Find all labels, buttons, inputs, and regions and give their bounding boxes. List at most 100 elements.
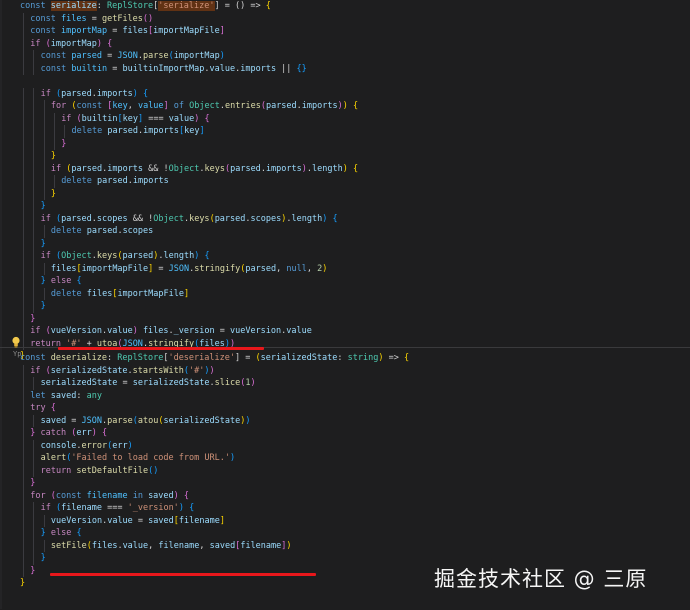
indent-guide [53, 175, 55, 188]
code-token: if [30, 38, 46, 49]
indent-guide [23, 262, 24, 275]
indent-guide [33, 452, 35, 465]
indent-guide [23, 150, 24, 163]
code-token: files [61, 13, 87, 24]
code-line: } catch (err) { [30, 427, 107, 440]
code-token: importMap [50, 38, 97, 49]
code-token: parsed [86, 226, 118, 236]
indent-guide [33, 377, 35, 390]
code-token: ) [286, 540, 292, 551]
code-token: = [107, 26, 123, 36]
code-token: serialize [50, 1, 97, 11]
code-token: , [199, 540, 210, 551]
lightbulb-icon[interactable] [11, 336, 21, 348]
code-token: scopes [96, 213, 128, 224]
code-line: } [41, 552, 46, 565]
code-line: delete files[importMapFile] [51, 288, 189, 301]
code-token: = [214, 326, 230, 336]
indent-guide [43, 225, 45, 238]
watermark: 掘金技术社区 @ 三原 [434, 567, 648, 591]
code-token: if [40, 503, 56, 513]
indent-guide [23, 137, 24, 150]
code-token: error [81, 440, 108, 451]
indent-guide [33, 552, 35, 565]
code-line: if (parsed.imports && !Object.keys(parse… [51, 163, 358, 176]
code-token: Object [168, 163, 200, 174]
code-token: files [122, 26, 149, 36]
indent-guide [33, 212, 35, 225]
indent-guide [23, 402, 24, 415]
code-token: ) [245, 415, 251, 426]
indent-guide [33, 300, 35, 313]
indent-guide [64, 125, 66, 138]
code-token: ) [250, 378, 256, 388]
code-token: if [40, 88, 56, 99]
code-line: for (const filename in saved) { [30, 490, 189, 503]
code-token: JSON [168, 263, 190, 274]
code-token: key [112, 101, 128, 111]
code-line: if (filename === '_version') { [41, 502, 195, 515]
code-token: importMapFile [117, 288, 184, 299]
code-token: serializedState [40, 378, 118, 388]
indent-guide [23, 477, 24, 490]
code-token: importMapFile [153, 26, 220, 36]
indent-guide [23, 125, 24, 138]
code-token: files [86, 288, 113, 299]
code-token: === [143, 113, 169, 124]
code-token: if [40, 213, 56, 224]
code-token: filename [178, 515, 220, 526]
code-token: scopes [122, 226, 154, 236]
indent-guide [23, 162, 24, 175]
code-token: '_version' [127, 503, 179, 513]
code-line: console.error(err) [41, 440, 133, 453]
indent-guide [33, 125, 35, 138]
code-token: = [86, 13, 102, 24]
code-editor[interactable]: const serialize: ReplStore['serialize'] … [0, 0, 690, 609]
code-token: ] [183, 288, 190, 299]
indent-guide [43, 539, 45, 552]
return-line-underline [58, 347, 264, 350]
indent-guide [43, 125, 45, 138]
code-token: filename [61, 503, 103, 513]
code-token: importMap [173, 51, 220, 61]
indent-guide [33, 162, 35, 175]
code-token: const [76, 101, 108, 111]
indent-guide [43, 262, 45, 275]
code-token: const [40, 63, 72, 74]
code-token: parse [107, 415, 133, 426]
code-token: stringify [194, 263, 241, 274]
code-token: return [40, 465, 77, 476]
indent-guide [23, 502, 24, 515]
code-line: if (serializedState.startsWith('#')) [30, 365, 214, 378]
code-token: } [20, 578, 26, 588]
code-token: } [40, 238, 46, 249]
indent-guide [23, 87, 24, 100]
code-token: key [184, 126, 200, 136]
indent-guide [23, 377, 24, 390]
code-token: = [107, 63, 123, 74]
code-token: } [50, 188, 57, 199]
indent-guide [33, 112, 35, 125]
code-token: imports [96, 88, 133, 99]
indent-guide [23, 439, 24, 452]
code-token: ) [219, 51, 225, 61]
code-token: Object [61, 251, 92, 261]
code-token: const [30, 26, 62, 36]
indent-guide [23, 364, 24, 377]
indent-guide [33, 502, 35, 515]
indent-guide [33, 287, 35, 300]
indent-guide [43, 514, 45, 527]
code-token: } [40, 201, 46, 211]
code-line: } [61, 138, 66, 151]
code-token: parsed [107, 126, 139, 136]
code-token: scopes [250, 213, 282, 224]
code-token: Object [153, 213, 184, 224]
code-token: { [204, 251, 210, 261]
code-line: const builtin = builtinImportMap.value.i… [41, 63, 307, 76]
indent-guide [23, 275, 24, 288]
code-token: , [148, 540, 159, 551]
indent-guide [43, 150, 45, 163]
indent-guide [33, 100, 35, 113]
code-token: } [50, 151, 57, 161]
code-line: delete parsed.imports [61, 175, 169, 188]
